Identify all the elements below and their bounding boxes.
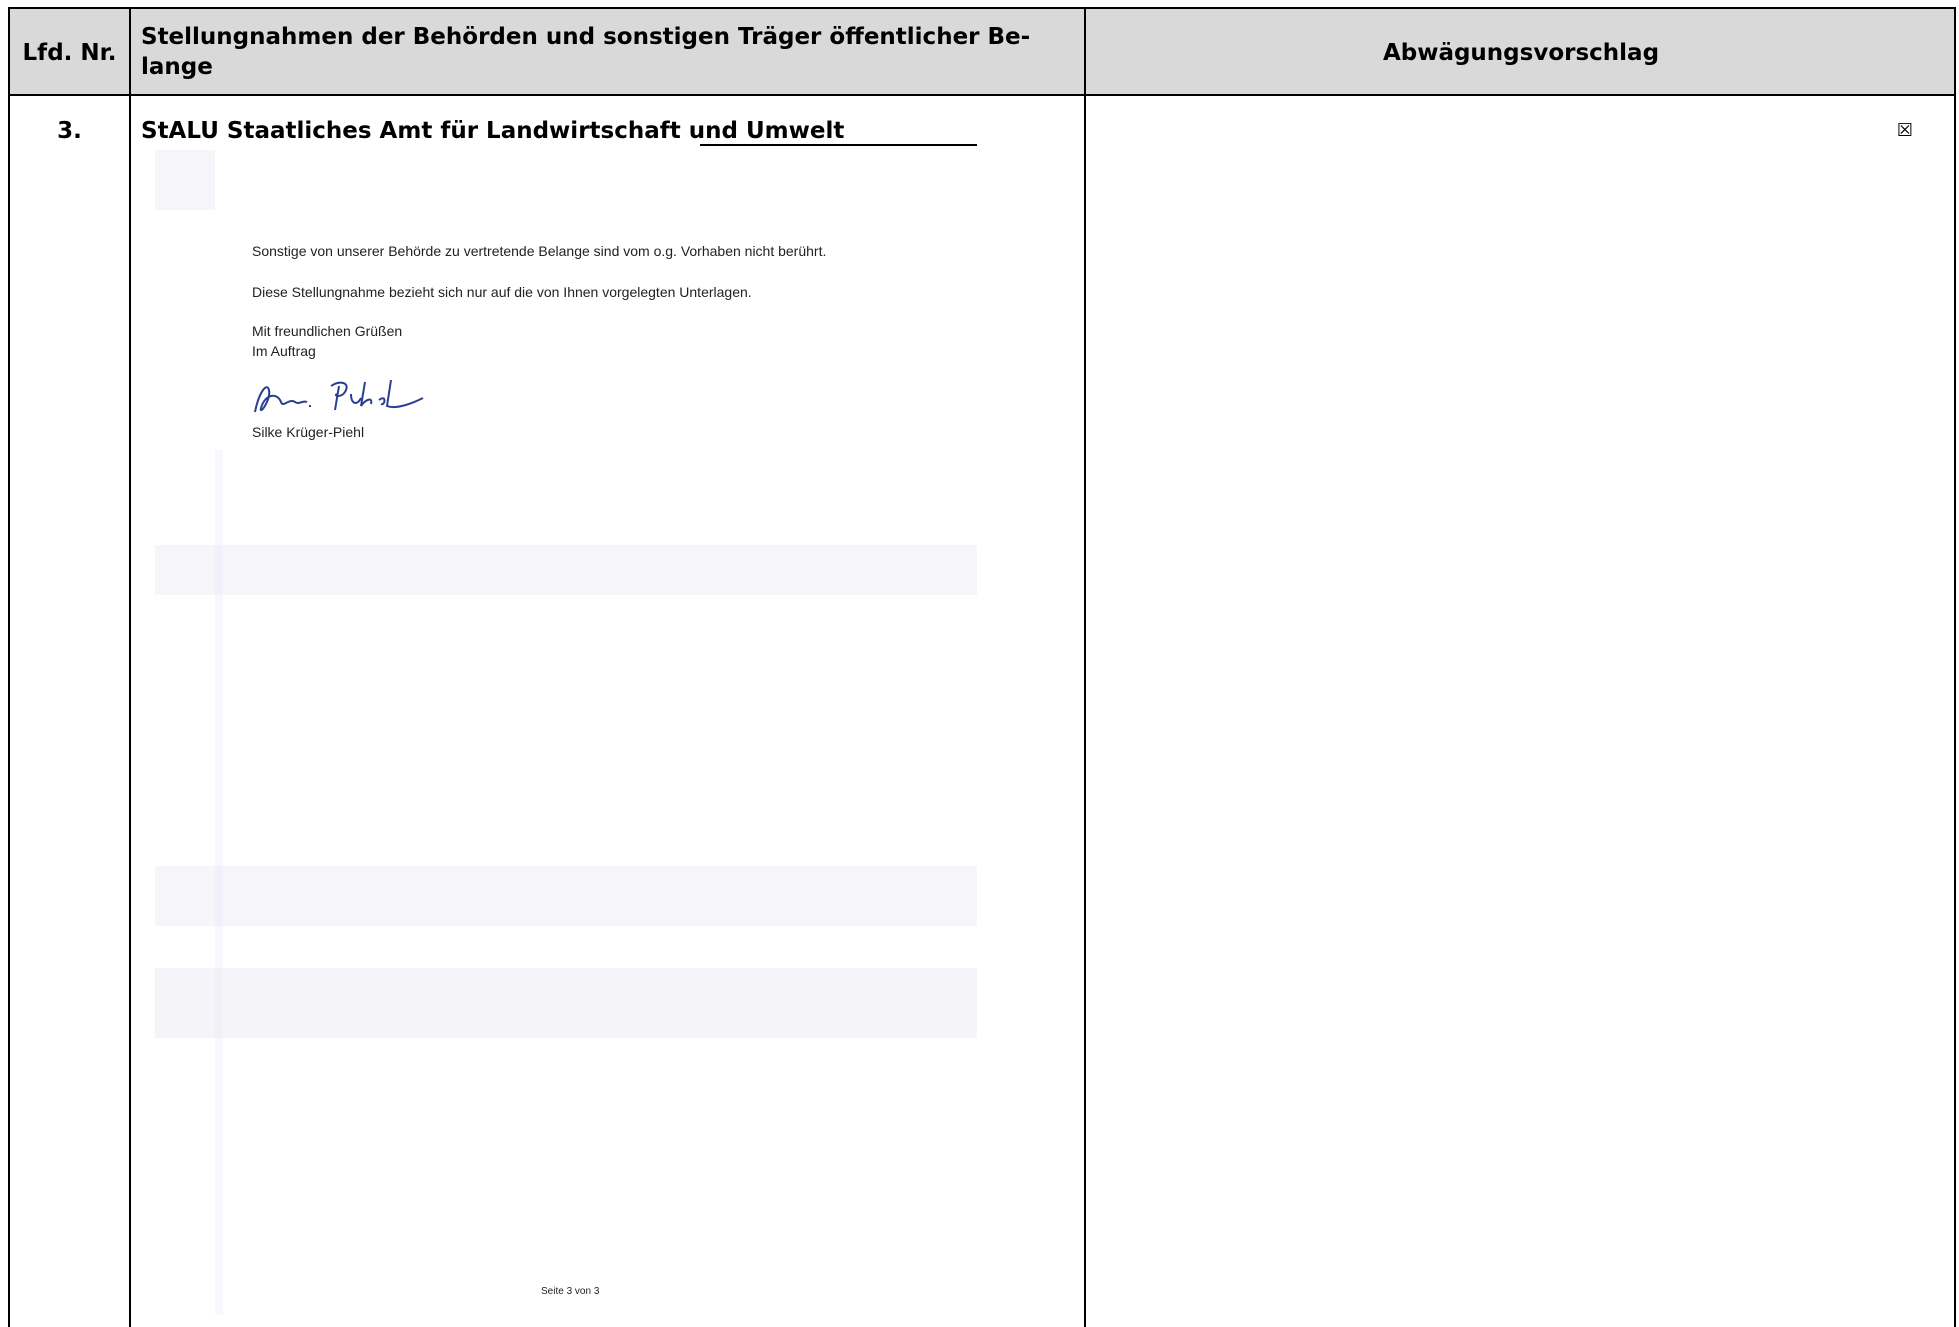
row-title: StALU Staatliches Amt für Landwirtschaft…: [141, 118, 845, 144]
header-abwaegungsvorschlag: Abwägungsvorschlag: [1382, 39, 1660, 66]
letter-signatory: Silke Krüger-Piehl: [252, 424, 365, 440]
header-stellungnahme-line1: Stellungnahmen der Behörden und sonstige…: [141, 24, 1031, 50]
scanned-letter-page: Sonstige von unserer Behörde zu vertrete…: [155, 150, 977, 1315]
signature-icon: [254, 379, 424, 413]
header-stellungnahme-line2: lange: [141, 54, 213, 80]
column-divider-abwaegung: [1084, 7, 1086, 1327]
letter-greeting: Mit freundlichen Grüßen: [252, 323, 403, 339]
title-underline: [700, 144, 977, 146]
letter-content: Sonstige von unserer Behörde zu vertrete…: [155, 150, 977, 1315]
header-stellungnahme: Stellungnahmen der Behörden und sonstige…: [141, 22, 1061, 82]
checkbox-icon[interactable]: ☒: [1896, 122, 1914, 140]
row-number: 3.: [57, 118, 82, 144]
letter-page-number: Seite 3 von 3: [541, 1286, 600, 1297]
letter-line: Diese Stellungnahme bezieht sich nur auf…: [252, 284, 752, 300]
table-right-border: [1954, 7, 1956, 1327]
column-divider-nr: [129, 7, 131, 1327]
letter-line: Sonstige von unserer Behörde zu vertrete…: [252, 243, 827, 259]
letter-im-auftrag: Im Auftrag: [252, 343, 316, 359]
header-nr: Lfd. Nr.: [22, 39, 117, 66]
